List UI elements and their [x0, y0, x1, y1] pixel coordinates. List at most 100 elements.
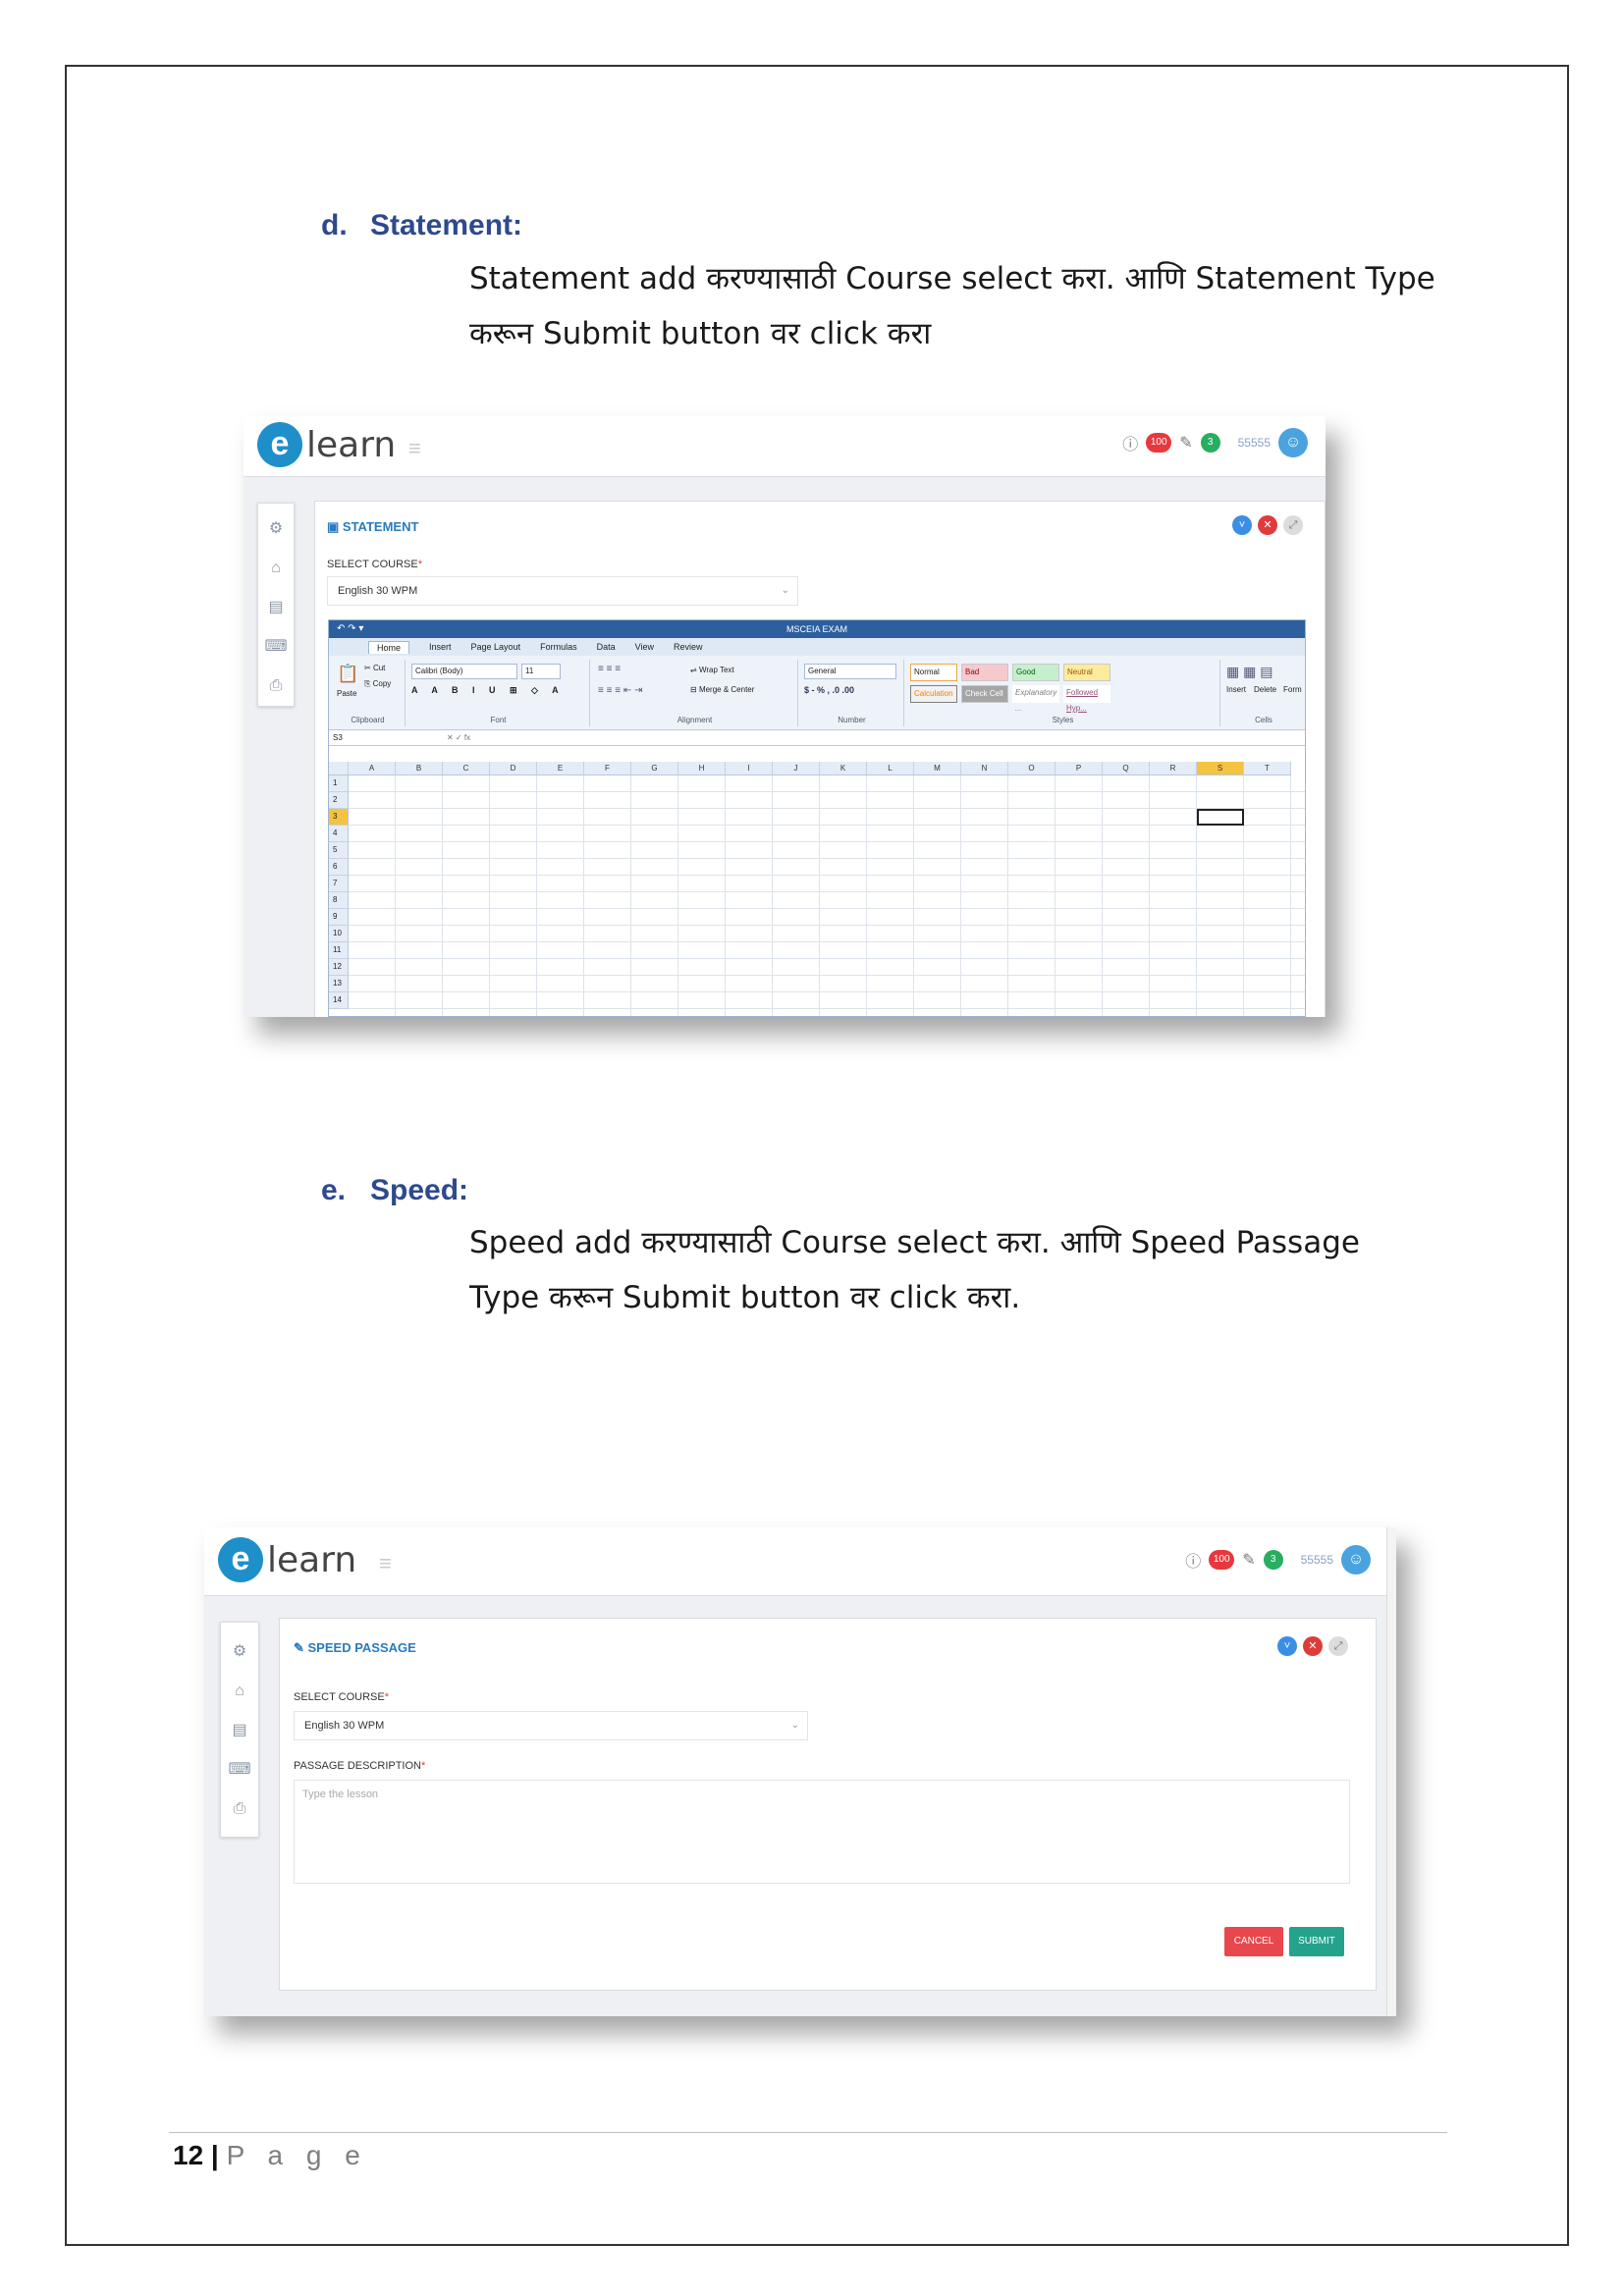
paste-icon[interactable]: 📋: [337, 664, 358, 684]
cancel-button[interactable]: CANCEL: [1224, 1927, 1283, 1956]
course-select[interactable]: English 30 WPM ⌄: [327, 576, 798, 606]
font-size-select[interactable]: 11: [521, 664, 561, 679]
column-header[interactable]: F: [584, 762, 631, 775]
column-header[interactable]: R: [1150, 762, 1197, 775]
style-good[interactable]: Good: [1012, 664, 1059, 681]
info-icon[interactable]: ⓘ: [1122, 431, 1138, 454]
delete-icon[interactable]: ✕: [1303, 1636, 1323, 1656]
spreadsheet-editor[interactable]: ↶ ↷ ▾ MSCEIA EXAM Home Insert Page Layou…: [328, 619, 1306, 1017]
print-icon[interactable]: ⎙: [234, 1789, 246, 1829]
column-header[interactable]: D: [490, 762, 537, 775]
avatar[interactable]: ☺: [1278, 428, 1308, 457]
tab-view[interactable]: View: [635, 642, 654, 652]
column-header[interactable]: Q: [1103, 762, 1150, 775]
avatar[interactable]: ☺: [1341, 1545, 1371, 1575]
institute-icon[interactable]: ⌂: [271, 549, 281, 588]
row-header[interactable]: 10: [329, 926, 349, 942]
column-header[interactable]: E: [537, 762, 584, 775]
delete-icon[interactable]: ✕: [1258, 515, 1277, 535]
cut-button[interactable]: ✂ Cut: [364, 664, 385, 672]
row-header[interactable]: 3: [329, 809, 349, 826]
formula-bar[interactable]: S3 ✕ ✓ fx: [329, 730, 1305, 746]
expand-icon[interactable]: ⤢: [1328, 1636, 1348, 1656]
tab-formulas[interactable]: Formulas: [540, 642, 577, 652]
book-icon[interactable]: ▤: [268, 588, 283, 627]
merge-center-button[interactable]: ⊟ Merge & Center: [690, 685, 754, 694]
row-header[interactable]: 2: [329, 792, 349, 809]
style-followed-hyperlink[interactable]: Followed Hyp...: [1063, 685, 1110, 713]
tab-insert[interactable]: Insert: [429, 642, 452, 652]
tab-data[interactable]: Data: [597, 642, 616, 652]
column-header[interactable]: B: [396, 762, 443, 775]
dashboard-icon[interactable]: ⚙: [269, 509, 283, 549]
font-name-select[interactable]: Calibri (Body): [411, 664, 517, 679]
name-box[interactable]: S3: [333, 733, 343, 742]
font-format-buttons[interactable]: A A B I U ⊞ ◇ A: [411, 685, 565, 696]
dashboard-icon[interactable]: ⚙: [233, 1632, 246, 1672]
submit-button[interactable]: SUBMIT: [1289, 1927, 1344, 1956]
selected-cell[interactable]: [1197, 809, 1244, 826]
paste-button[interactable]: Paste: [337, 689, 356, 698]
row-header[interactable]: 4: [329, 826, 349, 842]
scrollbar[interactable]: [1386, 1527, 1396, 2016]
style-normal[interactable]: Normal: [910, 664, 957, 681]
expand-icon[interactable]: ⤢: [1283, 515, 1303, 535]
undo-redo-icons[interactable]: ↶ ↷ ▾: [337, 620, 363, 638]
cell-grid[interactable]: A B C D E F G H I J K L M N O P Q R S T 1 2 3 4 5 6 7 8 9 10 11 12 13 14: [329, 762, 1305, 1016]
column-header[interactable]: C: [443, 762, 490, 775]
number-format-select[interactable]: General: [804, 664, 896, 679]
column-header[interactable]: N: [961, 762, 1008, 775]
copy-button[interactable]: ⎘ Copy: [364, 679, 391, 689]
column-header[interactable]: L: [867, 762, 914, 775]
row-header[interactable]: 1: [329, 775, 349, 792]
column-header[interactable]: I: [726, 762, 773, 775]
column-header[interactable]: O: [1008, 762, 1056, 775]
pencil-icon[interactable]: ✎: [1242, 1550, 1255, 1570]
format-cells-button[interactable]: Form: [1283, 685, 1302, 694]
tab-home[interactable]: Home: [368, 640, 410, 654]
column-header[interactable]: A: [349, 762, 396, 775]
info-icon[interactable]: ⓘ: [1185, 1548, 1201, 1572]
column-header[interactable]: P: [1056, 762, 1103, 775]
style-calculation[interactable]: Calculation: [910, 685, 957, 703]
edit-badge[interactable]: 3: [1200, 433, 1220, 453]
notification-badge[interactable]: 100: [1146, 433, 1172, 453]
collapse-icon[interactable]: ˅: [1232, 515, 1252, 535]
row-header[interactable]: 11: [329, 942, 349, 959]
menu-icon[interactable]: ≡: [408, 436, 421, 461]
column-header[interactable]: S: [1197, 762, 1244, 775]
column-header[interactable]: K: [820, 762, 867, 775]
edit-badge[interactable]: 3: [1263, 1550, 1283, 1570]
column-header[interactable]: J: [773, 762, 820, 775]
insert-cells-button[interactable]: Insert: [1226, 685, 1246, 694]
number-format-buttons[interactable]: $ - % , .0 .00: [804, 685, 854, 695]
passage-description-field[interactable]: Type the lesson: [294, 1780, 1350, 1884]
row-header[interactable]: 13: [329, 976, 349, 992]
column-header[interactable]: T: [1244, 762, 1291, 775]
user-id[interactable]: 55555: [1301, 1553, 1333, 1567]
column-header[interactable]: M: [914, 762, 961, 775]
menu-icon[interactable]: ≡: [379, 1551, 392, 1576]
book-icon[interactable]: ▤: [232, 1711, 246, 1750]
user-id[interactable]: 55555: [1238, 436, 1271, 450]
row-header[interactable]: 7: [329, 876, 349, 892]
column-header[interactable]: G: [631, 762, 678, 775]
institute-icon[interactable]: ⌂: [235, 1672, 244, 1711]
style-neutral[interactable]: Neutral: [1063, 664, 1110, 681]
keyboard-icon[interactable]: ⌨: [228, 1750, 250, 1789]
row-header[interactable]: 9: [329, 909, 349, 926]
align-icons[interactable]: ≡ ≡ ≡ ⇤ ⇥: [598, 685, 642, 696]
collapse-icon[interactable]: ˅: [1277, 1636, 1297, 1656]
tab-review[interactable]: Review: [674, 642, 703, 652]
delete-cells-button[interactable]: Delete: [1254, 685, 1276, 694]
pencil-icon[interactable]: ✎: [1179, 433, 1192, 453]
style-bad[interactable]: Bad: [961, 664, 1008, 681]
row-header[interactable]: 5: [329, 842, 349, 859]
print-icon[interactable]: ⎙: [270, 667, 283, 706]
keyboard-icon[interactable]: ⌨: [264, 627, 287, 667]
tab-page-layout[interactable]: Page Layout: [471, 642, 521, 652]
row-header[interactable]: 6: [329, 859, 349, 876]
corner-cell[interactable]: [329, 762, 349, 775]
column-header[interactable]: H: [678, 762, 726, 775]
wrap-text-button[interactable]: ⇌ Wrap Text: [690, 666, 734, 674]
